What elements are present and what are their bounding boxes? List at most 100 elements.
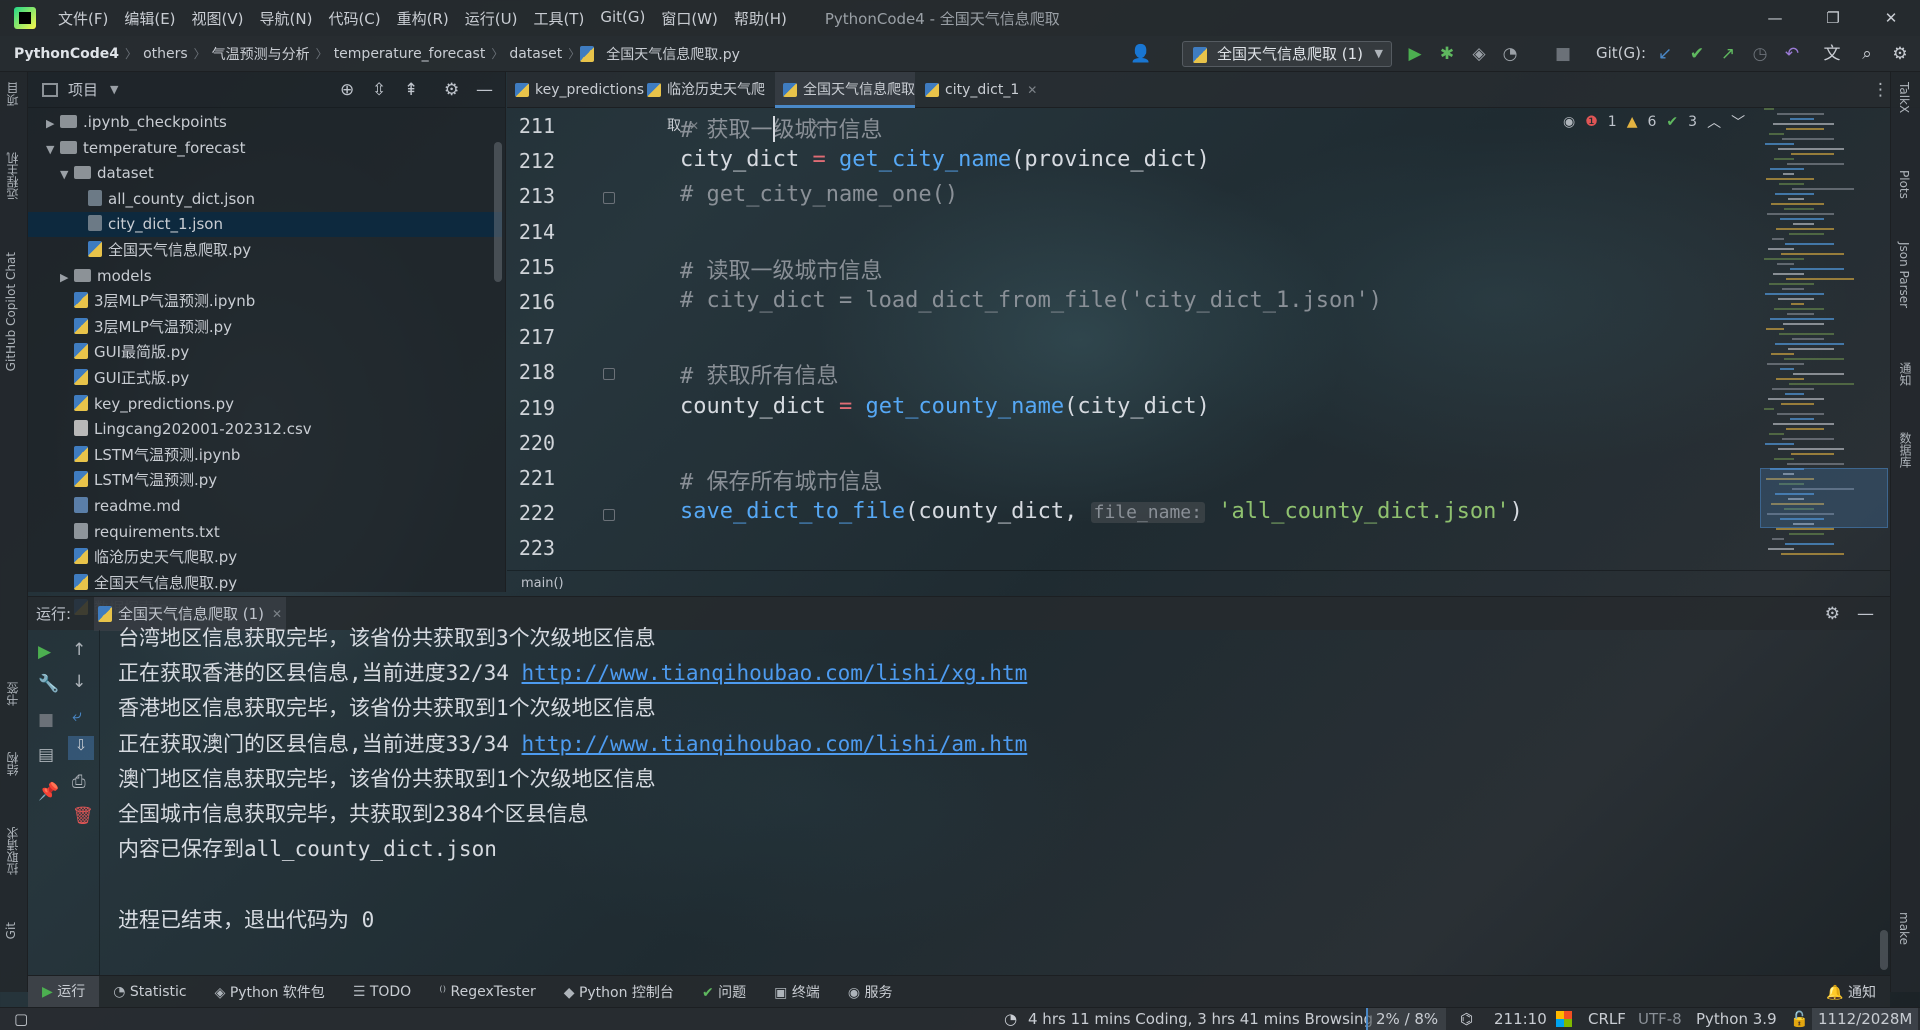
tree-item[interactable]: ▼ temperature_forecast <box>28 136 502 161</box>
hide-icon[interactable]: — <box>476 80 493 100</box>
menu-item[interactable]: Git(G) <box>592 8 653 29</box>
coverage-icon[interactable]: ◈ <box>1469 44 1489 64</box>
fold-icon[interactable] <box>603 192 615 205</box>
tree-scrollbar[interactable] <box>494 142 502 282</box>
menu-item[interactable]: 重构(R) <box>389 8 457 29</box>
tree-item[interactable]: ▶ .ipynb_checkpoints <box>28 110 502 135</box>
tree-item[interactable]: requirements.txt <box>28 520 502 545</box>
stop-icon[interactable]: ■ <box>1553 44 1573 64</box>
stripe-git[interactable]: Git <box>4 922 18 939</box>
editor-tab[interactable]: key_predictions✕ <box>507 72 662 108</box>
breadcrumb-item[interactable]: others <box>137 46 194 62</box>
tree-item[interactable]: ▼ dataset <box>28 161 502 186</box>
tree-item[interactable]: ▶ models <box>28 264 502 289</box>
menu-item[interactable]: 代码(C) <box>320 8 388 29</box>
breadcrumb-item[interactable]: 气温预测与分析 <box>206 44 316 64</box>
chevron-down-icon[interactable]: ▼ <box>110 83 118 96</box>
git-update-icon[interactable]: ↙ <box>1655 44 1675 64</box>
git-push-icon[interactable]: ↗ <box>1718 44 1738 64</box>
notifications-tab[interactable]: 🔔 通知 <box>1812 982 1890 1002</box>
code-minimap[interactable] <box>1760 108 1890 568</box>
stripe-pull-requests[interactable]: 拉取请求 <box>4 827 21 875</box>
collapse-all-icon[interactable]: ⇞ <box>404 80 418 100</box>
tree-item[interactable]: LSTM气温预测.py <box>28 468 502 493</box>
scroll-to-end-icon[interactable]: ⇩ <box>68 736 94 760</box>
bottom-tab[interactable]: ▣ 终端 <box>760 982 834 1002</box>
menu-item[interactable]: 工具(T) <box>525 8 592 29</box>
scroll-up-icon[interactable]: ↑ <box>72 640 86 660</box>
layout-icon[interactable]: ▤ <box>38 745 54 765</box>
breadcrumb-item[interactable]: PythonCode4 <box>8 46 125 62</box>
heap-indicator[interactable]: 1112/2028M <box>1812 1008 1919 1030</box>
bottom-tab[interactable]: ⁽⁾ RegexTester <box>425 984 550 1000</box>
bottom-tab[interactable]: ▶ 运行 <box>28 975 100 1008</box>
more-tabs-icon[interactable]: ⋮ <box>1872 80 1889 100</box>
copilot-icon[interactable]: ⌬ <box>1460 1008 1473 1030</box>
project-title[interactable]: 项目 <box>68 79 98 100</box>
tree-item[interactable]: 3层MLP气温预测.ipynb <box>28 289 502 314</box>
code-editor[interactable]: # 获取一级城市信息 city_dict = get_city_name(prov… <box>680 108 1760 570</box>
bottom-tab[interactable]: ◔ Statistic <box>99 984 200 1000</box>
expand-arrow-icon[interactable]: ▼ <box>46 137 60 162</box>
profile-icon[interactable]: ◔ <box>1500 44 1520 64</box>
minimap-viewport[interactable] <box>1760 468 1888 528</box>
memory-indicator[interactable]: 2% / 8% <box>1366 1008 1447 1030</box>
console-link[interactable]: http://www.tianqihoubao.com/lishi/am.htm <box>522 732 1028 756</box>
tree-item[interactable]: 全国天气信息爬取.py <box>28 571 502 596</box>
coding-time[interactable]: 4 hrs 11 mins Coding, 3 hrs 41 mins Brow… <box>1028 1008 1373 1030</box>
menu-item[interactable]: 文件(F) <box>50 8 116 29</box>
print-icon[interactable]: ⎙ <box>72 772 86 792</box>
run-configuration-select[interactable]: 全国天气信息爬取 (1) ▼ <box>1182 41 1392 67</box>
fold-icon[interactable] <box>603 368 615 381</box>
menu-item[interactable]: 编辑(E) <box>116 8 183 29</box>
console-link[interactable]: http://www.tianqihoubao.com/lishi/xg.htm <box>522 661 1028 685</box>
locate-icon[interactable]: ⊕ <box>340 80 354 100</box>
settings-icon[interactable]: ⚙ <box>1890 44 1910 64</box>
bottom-tab[interactable]: ◆ Python 控制台 <box>550 982 688 1002</box>
close-tab-icon[interactable]: ✕ <box>1027 83 1037 97</box>
git-commit-icon[interactable]: ✔ <box>1687 44 1707 64</box>
editor-tab[interactable]: city_dict_1 ✕ <box>917 72 1037 108</box>
expand-arrow-icon[interactable]: ▼ <box>60 162 74 187</box>
gear-icon[interactable]: ⚙ <box>444 80 459 100</box>
close-icon[interactable]: ✕ <box>1862 0 1920 36</box>
tree-item[interactable]: 全国天气信息爬取.py <box>28 238 502 263</box>
tree-item[interactable]: key_predictions.py <box>28 392 502 417</box>
tree-item[interactable]: city_dict_1.json <box>28 212 502 238</box>
stripe-talkx[interactable]: TalkX <box>1897 82 1911 113</box>
lock-icon[interactable]: 🔓 <box>1790 1008 1809 1030</box>
debug-icon[interactable]: ✱ <box>1437 44 1457 64</box>
tree-item[interactable]: 临沧历史天气爬取.py <box>28 545 502 570</box>
stripe-bookmarks[interactable]: 书签 <box>4 682 21 706</box>
menu-item[interactable]: 运行(U) <box>457 8 526 29</box>
git-rollback-icon[interactable]: ↶ <box>1782 44 1802 64</box>
file-encoding[interactable]: UTF-8 <box>1638 1008 1682 1030</box>
code-breadcrumb[interactable]: main() <box>507 570 1890 596</box>
rerun-icon[interactable]: ▶ <box>38 642 51 662</box>
run-icon[interactable]: ▶ <box>1405 44 1425 64</box>
breadcrumb-item[interactable]: 全国天气信息爬取.py <box>600 44 746 64</box>
soft-wrap-icon[interactable]: ⤶ <box>72 706 82 726</box>
tree-item[interactable]: LSTM气温预测.ipynb <box>28 443 502 468</box>
menu-item[interactable]: 帮助(H) <box>726 8 795 29</box>
tree-item[interactable]: GUI最简版.py <box>28 340 502 365</box>
translate-icon[interactable]: 文 <box>1822 44 1842 64</box>
stripe-database[interactable]: 数据库 <box>1897 432 1914 468</box>
editor-tab[interactable]: 临沧历史天气爬取 ✕ <box>639 72 773 134</box>
stripe-copilot-chat[interactable]: GitHub Copilot Chat <box>4 252 18 371</box>
restore-icon[interactable]: ❐ <box>1804 0 1862 36</box>
stripe-notifications[interactable]: 通知 <box>1897 362 1914 386</box>
console-scrollbar[interactable] <box>1880 930 1888 970</box>
menu-item[interactable]: 窗口(W) <box>653 8 726 29</box>
search-icon[interactable]: ⌕ <box>1857 44 1877 64</box>
scroll-down-icon[interactable]: ↓ <box>72 672 86 692</box>
menu-item[interactable]: 视图(V) <box>184 8 252 29</box>
python-interpreter[interactable]: Python 3.9 <box>1696 1008 1777 1030</box>
bottom-tab[interactable]: ☰ TODO <box>339 984 425 1000</box>
tree-item[interactable]: GUI正式版.py <box>28 366 502 391</box>
hide-panel-icon[interactable]: — <box>1857 597 1874 631</box>
git-history-icon[interactable]: ◷ <box>1750 44 1770 64</box>
trash-icon[interactable]: 🗑 <box>72 806 94 826</box>
pin-icon[interactable]: 📌 <box>38 782 59 802</box>
bottom-tab[interactable]: ◈ Python 软件包 <box>201 982 339 1002</box>
